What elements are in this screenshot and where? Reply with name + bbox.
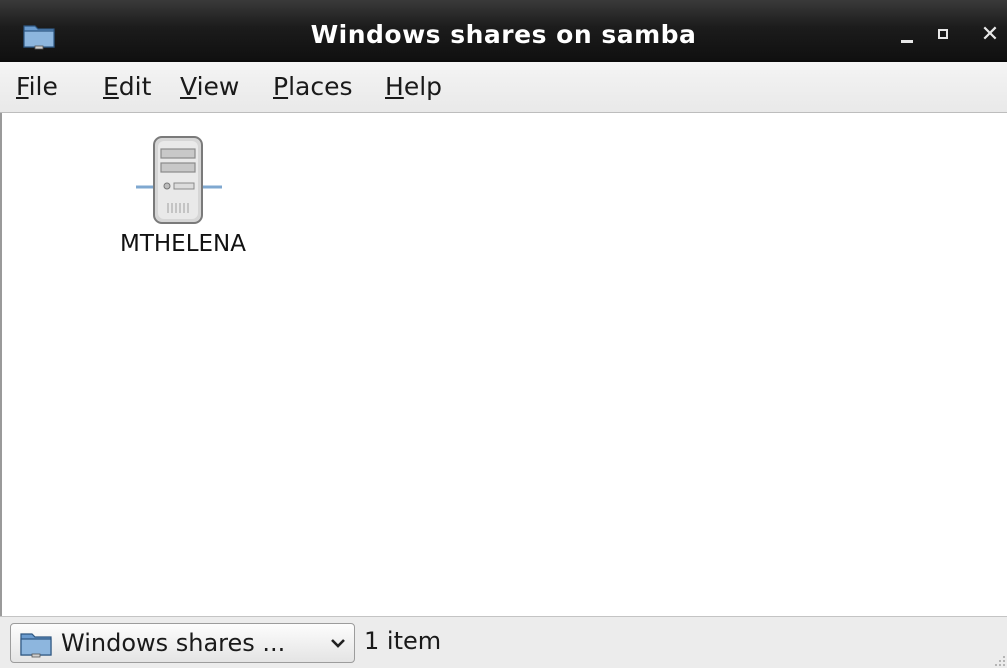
- status-text: 1 item: [364, 627, 442, 655]
- menu-help[interactable]: Help: [385, 72, 442, 101]
- menu-view[interactable]: View: [180, 72, 239, 101]
- file-manager-window: Windows shares on samba ✕ File Edit View…: [0, 0, 1007, 668]
- server-icon: [136, 136, 222, 224]
- maximize-button[interactable]: [932, 22, 958, 48]
- status-bar: Windows shares ... 1 item: [0, 616, 1007, 668]
- resize-grip-icon[interactable]: [989, 650, 1007, 668]
- menu-places[interactable]: Places: [273, 72, 353, 101]
- menu-edit[interactable]: Edit: [103, 72, 151, 101]
- title-bar[interactable]: Windows shares on samba ✕: [0, 0, 1007, 62]
- menu-file[interactable]: File: [16, 72, 58, 101]
- folder-network-icon: [20, 633, 52, 658]
- window-title: Windows shares on samba: [310, 20, 697, 49]
- maximize-icon: [938, 29, 948, 39]
- file-item-mthelena[interactable]: MTHELENA: [98, 129, 268, 269]
- menu-bar: File Edit View Places Help: [0, 62, 1007, 113]
- minimize-icon: [901, 40, 913, 43]
- location-dropdown-label: Windows shares ...: [61, 629, 286, 657]
- close-button[interactable]: ✕: [977, 22, 1003, 48]
- chevron-down-icon: [331, 639, 345, 648]
- file-view[interactable]: MTHELENA: [0, 113, 1007, 616]
- location-dropdown[interactable]: Windows shares ...: [10, 623, 355, 663]
- close-icon: ✕: [980, 22, 1000, 47]
- minimize-button[interactable]: [895, 22, 921, 48]
- file-item-label: MTHELENA: [119, 231, 246, 257]
